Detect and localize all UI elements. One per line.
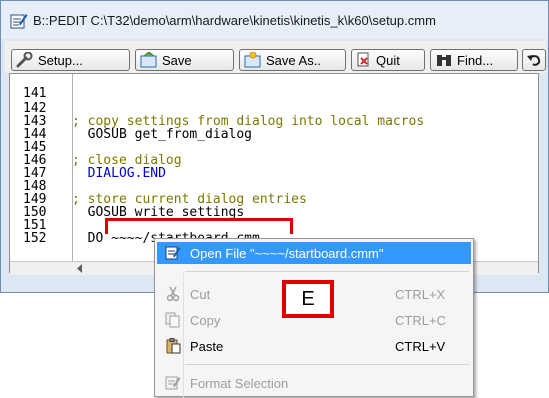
save-icon <box>140 52 157 68</box>
window-title: B::PEDIT C:\T32\demo\arm\hardware\kineti… <box>33 13 436 28</box>
format-selection-icon <box>165 375 181 394</box>
paste-icon <box>165 338 181 357</box>
selected-text-highlight <box>105 218 293 234</box>
callout-label: E <box>282 280 334 318</box>
format-selection-label: Format Selection <box>190 376 289 391</box>
code-line: 150 <box>10 193 538 219</box>
code-line: 143 GOSUB get_from_dialog <box>10 102 538 141</box>
quit-button[interactable]: Quit <box>351 49 425 71</box>
copy-label: Copy <box>190 313 221 328</box>
code-line: 141 <box>10 74 538 100</box>
code-line: 148 ; store current dialog entries <box>10 167 538 206</box>
save-as-button[interactable]: Save As.. <box>239 49 346 71</box>
code-line: 149 GOSUB write_settings <box>10 180 538 219</box>
line-number: 152 <box>23 231 47 246</box>
code-line: 145 ; close dialog <box>10 128 538 167</box>
menu-separator <box>185 271 469 272</box>
paste-shortcut: CTRL+V <box>395 339 446 354</box>
quit-icon <box>357 52 369 67</box>
title-bar: B::PEDIT C:\T32\demo\arm\hardware\kineti… <box>1 1 548 39</box>
binoculars-icon <box>437 55 451 66</box>
menu-item-format-selection[interactable]: Format Selection <box>157 372 471 394</box>
paste-label: Paste <box>190 339 224 354</box>
copy-shortcut: CTRL+C <box>395 313 446 328</box>
toolbar: Setup... Save Save As.. Quit Find... <box>5 41 546 73</box>
menu-item-paste[interactable]: Paste CTRL+V <box>157 335 471 357</box>
save-button[interactable]: Save <box>135 49 234 71</box>
scroll-left-arrow-icon[interactable] <box>76 264 84 273</box>
menu-separator <box>185 364 469 365</box>
cut-label: Cut <box>190 287 211 302</box>
scissors-icon <box>165 286 181 305</box>
undo-button[interactable] <box>522 49 546 71</box>
setup-button[interactable]: Setup... <box>11 49 130 71</box>
find-label: Find... <box>457 52 494 68</box>
setup-label: Setup... <box>38 52 83 68</box>
save-as-label: Save As.. <box>266 52 321 68</box>
code-line: 146 DIALOG.END <box>10 141 538 180</box>
menu-item-open-file[interactable]: Open File "~~~~/startboard.cmm" <box>157 242 471 264</box>
pedit-app-icon <box>10 12 28 30</box>
cut-shortcut: CTRL+X <box>395 287 446 302</box>
code-line: 147 <box>10 154 538 180</box>
save-label: Save <box>162 52 192 68</box>
code-line: 144 <box>10 115 538 141</box>
quit-label: Quit <box>376 52 400 68</box>
open-file-icon <box>165 245 181 264</box>
open-file-label: Open File "~~~~/startboard.cmm" <box>190 246 384 261</box>
wrench-icon <box>16 52 33 68</box>
undo-icon <box>527 55 541 66</box>
find-button[interactable]: Find... <box>430 49 518 71</box>
copy-icon <box>165 312 181 331</box>
save-as-icon <box>244 52 261 68</box>
code-line: 142 ; copy settings from dialog into loc… <box>10 89 538 128</box>
